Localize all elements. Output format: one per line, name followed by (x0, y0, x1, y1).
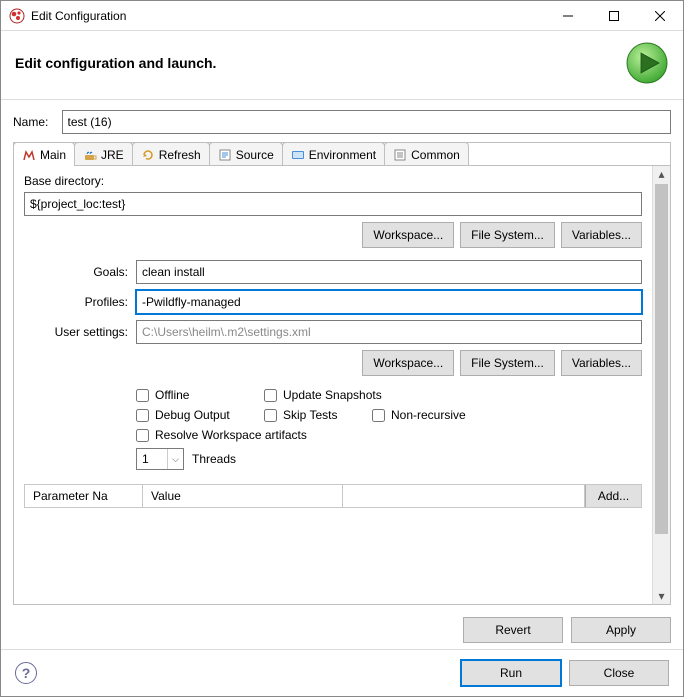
revert-button[interactable]: Revert (463, 617, 563, 643)
options-group: Offline Update Snapshots Debug Output Sk… (136, 388, 642, 442)
resolve-workspace-checkbox[interactable]: Resolve Workspace artifacts (136, 428, 307, 442)
user-settings-input[interactable] (136, 320, 642, 344)
tab-label: Common (411, 148, 460, 162)
tab-jre[interactable]: JRE (74, 142, 133, 166)
titlebar: Edit Configuration (1, 1, 683, 31)
run-button[interactable]: Run (461, 660, 561, 686)
dialog-header: Edit configuration and launch. (1, 31, 683, 100)
file-system-button-settings[interactable]: File System... (460, 350, 555, 376)
user-settings-label: User settings: (24, 325, 130, 339)
scroll-up-icon[interactable]: ▴ (653, 166, 670, 182)
tab-label: Main (40, 148, 66, 162)
environment-icon (291, 148, 305, 162)
close-button[interactable]: Close (569, 660, 669, 686)
source-icon (218, 148, 232, 162)
dialog-heading: Edit configuration and launch. (15, 55, 216, 71)
offline-checkbox[interactable]: Offline (136, 388, 246, 402)
tab-common[interactable]: Common (384, 142, 469, 166)
apply-button[interactable]: Apply (571, 617, 671, 643)
refresh-icon (141, 148, 155, 162)
tab-label: Environment (309, 148, 376, 162)
non-recursive-checkbox[interactable]: Non-recursive (372, 408, 466, 422)
scroll-down-icon[interactable]: ▾ (653, 588, 670, 604)
add-parameter-button[interactable]: Add... (585, 485, 641, 507)
window-title: Edit Configuration (31, 9, 545, 23)
param-value-header[interactable]: Value (143, 485, 343, 507)
close-window-button[interactable] (637, 1, 683, 31)
param-spacer (343, 485, 585, 507)
dialog-content: Name: Main JRE Refresh Sourc (1, 100, 683, 649)
main-tab-panel: Base directory: Workspace... File System… (14, 166, 652, 604)
dialog-footer: ? Run Close (1, 649, 683, 696)
goals-label: Goals: (24, 265, 130, 279)
debug-output-checkbox[interactable]: Debug Output (136, 408, 246, 422)
param-name-header[interactable]: Parameter Na (25, 485, 143, 507)
tab-source[interactable]: Source (209, 142, 283, 166)
threads-value: 1 (137, 452, 167, 466)
tab-container: Main JRE Refresh Source Environment (13, 142, 671, 605)
scrollbar-thumb[interactable] (655, 184, 668, 534)
profiles-label: Profiles: (24, 295, 130, 309)
tab-label: Source (236, 148, 274, 162)
tab-environment[interactable]: Environment (282, 142, 385, 166)
name-row: Name: (13, 110, 671, 134)
base-directory-label: Base directory: (24, 174, 642, 188)
common-icon (393, 148, 407, 162)
maven-icon (22, 148, 36, 162)
update-snapshots-checkbox[interactable]: Update Snapshots (264, 388, 382, 402)
tab-label: JRE (101, 148, 124, 162)
tab-label: Refresh (159, 148, 201, 162)
tabs: Main JRE Refresh Source Environment (13, 142, 670, 166)
maximize-button[interactable] (591, 1, 637, 31)
help-icon[interactable]: ? (15, 662, 37, 684)
app-icon (9, 8, 25, 24)
parameters-table: Parameter Na Value Add... (24, 484, 642, 508)
variables-button-basedir[interactable]: Variables... (561, 222, 642, 248)
workspace-button-basedir[interactable]: Workspace... (362, 222, 454, 248)
goals-input[interactable] (136, 260, 642, 284)
base-directory-input[interactable] (24, 192, 642, 216)
profiles-input[interactable] (136, 290, 642, 314)
threads-spinner[interactable]: 1 ⌵ (136, 448, 184, 470)
dialog-edit-configuration: Edit Configuration Edit configuration an… (0, 0, 684, 697)
tab-main[interactable]: Main (13, 142, 75, 166)
revert-apply-row: Revert Apply (13, 605, 671, 643)
tab-refresh[interactable]: Refresh (132, 142, 210, 166)
run-icon (625, 41, 669, 85)
skip-tests-checkbox[interactable]: Skip Tests (264, 408, 354, 422)
minimize-button[interactable] (545, 1, 591, 31)
file-system-button-basedir[interactable]: File System... (460, 222, 555, 248)
chevron-down-icon[interactable]: ⌵ (167, 449, 183, 469)
workspace-button-settings[interactable]: Workspace... (362, 350, 454, 376)
jre-icon (83, 148, 97, 162)
vertical-scrollbar[interactable]: ▴ ▾ (652, 166, 670, 604)
name-label: Name: (13, 115, 56, 129)
tab-body: Base directory: Workspace... File System… (14, 165, 670, 604)
variables-button-settings[interactable]: Variables... (561, 350, 642, 376)
threads-label: Threads (192, 452, 236, 466)
name-input[interactable] (62, 110, 671, 134)
